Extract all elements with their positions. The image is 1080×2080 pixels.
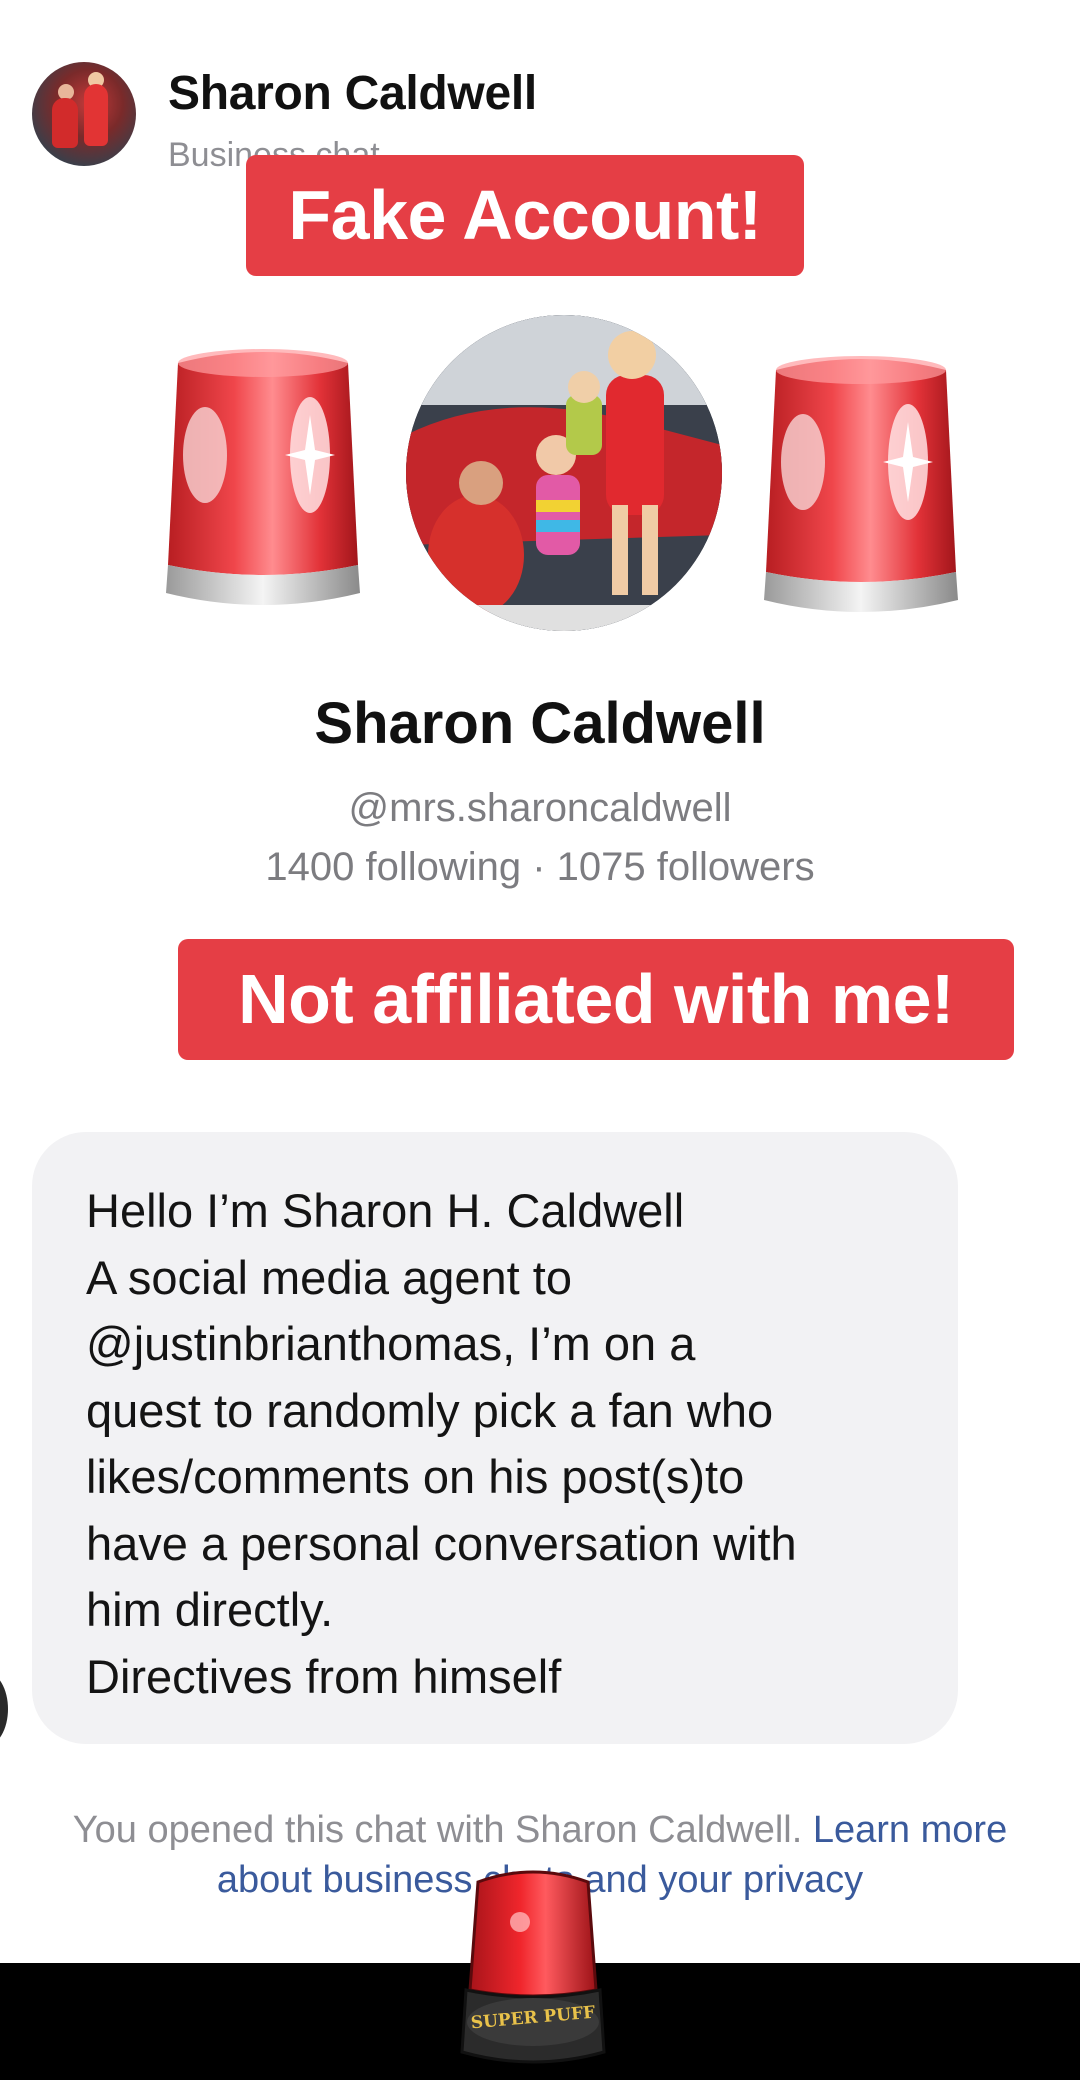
not-affiliated-banner: Not affiliated with me! — [178, 939, 1014, 1060]
avatar-figure — [84, 84, 108, 146]
profile-photo[interactable] — [406, 315, 722, 631]
message-line: A social media agent to — [86, 1250, 572, 1304]
message-line: him directly. — [86, 1583, 334, 1636]
message-line: have a personal conversation with — [86, 1516, 797, 1570]
sender-avatar[interactable] — [0, 1672, 8, 1746]
avatar-figure — [52, 98, 78, 148]
message-line: @justinbrianthomas, I’m on a — [86, 1317, 696, 1370]
message-line: Directives from himself — [86, 1649, 562, 1703]
super-puff-siren-icon — [460, 1870, 606, 2064]
header-avatar[interactable] — [32, 62, 136, 166]
profile-stats: 1400 following · 1075 followers — [265, 845, 815, 889]
siren-icon — [166, 349, 360, 605]
header-name[interactable]: Sharon Caldwell — [168, 66, 537, 121]
profile-photo-image — [406, 315, 722, 631]
siren-icon — [764, 356, 958, 612]
message-line: Hello I’m Sharon H. Caldwell — [86, 1184, 685, 1237]
fake-account-banner: Fake Account! — [246, 155, 804, 276]
message-line: likes/comments on his post(s)to — [86, 1450, 745, 1503]
message-line: quest to randomly pick a fan who — [86, 1383, 774, 1437]
profile-name: Sharon Caldwell — [314, 691, 766, 756]
message-text: Hello I’m Sharon H. Caldwell A social me… — [86, 1178, 936, 1710]
profile-handle[interactable]: @mrs.sharoncaldwell — [0, 786, 1080, 831]
disclosure-text: You opened this chat with Sharon Caldwel… — [72, 1809, 813, 1851]
